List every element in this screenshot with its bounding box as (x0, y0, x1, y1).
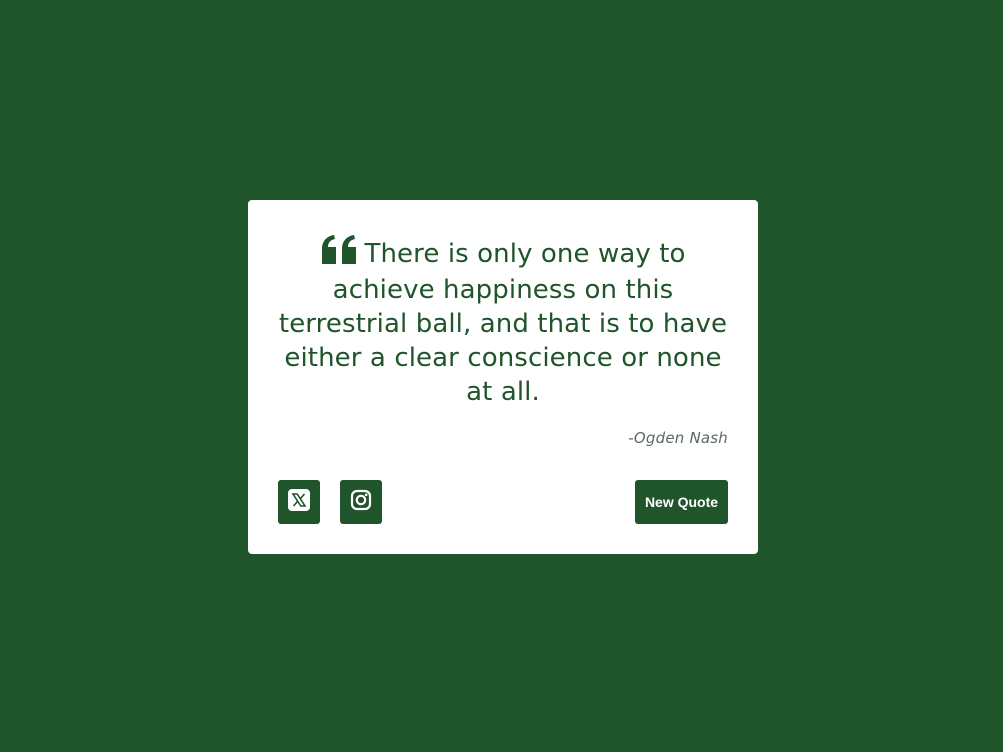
tweet-quote-button[interactable] (278, 480, 320, 524)
x-twitter-icon (288, 489, 310, 515)
instagram-icon (350, 489, 372, 515)
quote-text-block: There is only one way to achieve happine… (278, 234, 728, 409)
quote-left-icon (320, 234, 360, 273)
new-quote-button[interactable]: New Quote (635, 480, 728, 524)
quote-actions: New Quote (278, 480, 728, 524)
instagram-button[interactable] (340, 480, 382, 524)
quote-author: -Ogden Nash (628, 429, 728, 447)
quote-box: There is only one way to achieve happine… (248, 200, 758, 554)
